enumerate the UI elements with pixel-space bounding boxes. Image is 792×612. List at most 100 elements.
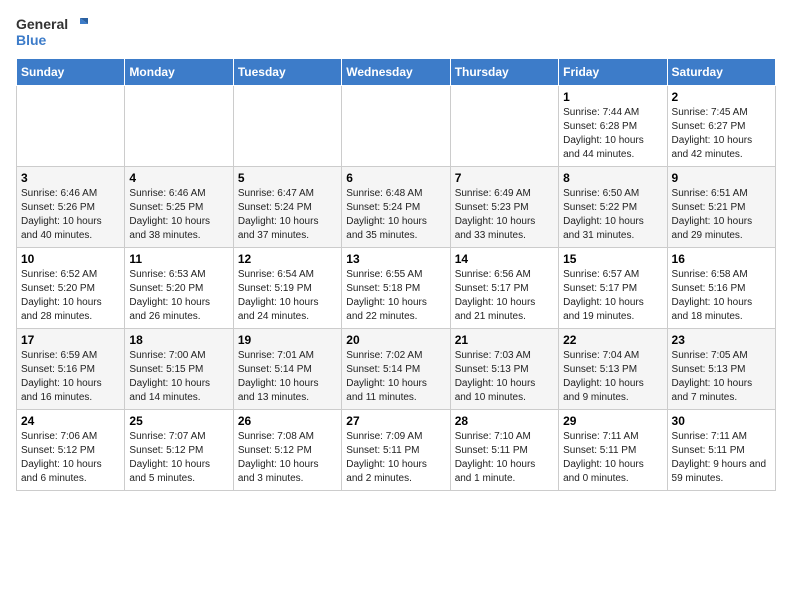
day-number: 13 [346,252,445,266]
calendar-cell [125,86,233,167]
day-of-week-header: Wednesday [342,59,450,86]
header: General Blue [16,16,776,48]
day-info: Sunrise: 6:59 AM Sunset: 5:16 PM Dayligh… [21,349,120,405]
day-info: Sunrise: 7:02 AM Sunset: 5:14 PM Dayligh… [346,349,445,405]
calendar-cell: 26 Sunrise: 7:08 AM Sunset: 5:12 PM Dayli… [233,410,341,491]
day-number: 27 [346,414,445,428]
day-number: 25 [129,414,228,428]
logo: General Blue [16,16,90,48]
day-info: Sunrise: 6:55 AM Sunset: 5:18 PM Dayligh… [346,268,445,324]
calendar-week-row: 10Sunrise: 6:52 AM Sunset: 5:20 PM Dayli… [17,248,776,329]
day-info: Sunrise: 7:06 AM Sunset: 5:12 PM Dayligh… [21,430,120,486]
calendar-table: SundayMondayTuesdayWednesdayThursdayFrid… [16,58,776,491]
day-info: Sunrise: 7:10 AM Sunset: 5:11 PM Dayligh… [455,430,554,486]
day-info: Sunrise: 7:07 AM Sunset: 5:12 PM Dayligh… [129,430,228,486]
calendar-cell: 5 Sunrise: 6:47 AM Sunset: 5:24 PM Daylig… [233,167,341,248]
day-info: Sunrise: 6:54 AM Sunset: 5:19 PM Dayligh… [238,268,337,324]
day-number: 8 [563,171,662,185]
day-number: 9 [672,171,771,185]
calendar-cell: 14 Sunrise: 6:56 AM Sunset: 5:17 PM Dayli… [450,248,558,329]
day-info: Sunrise: 6:47 AM Sunset: 5:24 PM Dayligh… [238,187,337,243]
day-info: Sunrise: 6:56 AM Sunset: 5:17 PM Dayligh… [455,268,554,324]
calendar-cell: 12 Sunrise: 6:54 AM Sunset: 5:19 PM Dayli… [233,248,341,329]
day-info: Sunrise: 6:52 AM Sunset: 5:20 PM Dayligh… [21,268,120,324]
calendar-cell [233,86,341,167]
day-number: 30 [672,414,771,428]
day-info: Sunrise: 6:49 AM Sunset: 5:23 PM Dayligh… [455,187,554,243]
day-number: 18 [129,333,228,347]
day-number: 1 [563,90,662,104]
day-number: 26 [238,414,337,428]
calendar-cell: 6 Sunrise: 6:48 AM Sunset: 5:24 PM Daylig… [342,167,450,248]
day-info: Sunrise: 7:11 AM Sunset: 5:11 PM Dayligh… [563,430,662,486]
day-info: Sunrise: 7:05 AM Sunset: 5:13 PM Dayligh… [672,349,771,405]
calendar-cell: 21 Sunrise: 7:03 AM Sunset: 5:13 PM Dayli… [450,329,558,410]
day-number: 2 [672,90,771,104]
calendar-cell: 15 Sunrise: 6:57 AM Sunset: 5:17 PM Dayli… [559,248,667,329]
day-info: Sunrise: 7:08 AM Sunset: 5:12 PM Dayligh… [238,430,337,486]
day-info: Sunrise: 6:51 AM Sunset: 5:21 PM Dayligh… [672,187,771,243]
day-info: Sunrise: 7:04 AM Sunset: 5:13 PM Dayligh… [563,349,662,405]
calendar-cell [450,86,558,167]
calendar-cell: 24 Sunrise: 7:06 AM Sunset: 5:12 PM Dayli… [17,410,125,491]
day-info: Sunrise: 6:48 AM Sunset: 5:24 PM Dayligh… [346,187,445,243]
day-number: 12 [238,252,337,266]
calendar-cell: 4 Sunrise: 6:46 AM Sunset: 5:25 PM Daylig… [125,167,233,248]
day-info: Sunrise: 7:03 AM Sunset: 5:13 PM Dayligh… [455,349,554,405]
day-number: 24 [21,414,120,428]
day-number: 23 [672,333,771,347]
day-number: 6 [346,171,445,185]
day-info: Sunrise: 6:46 AM Sunset: 5:26 PM Dayligh… [21,187,120,243]
day-of-week-header: Friday [559,59,667,86]
calendar-cell: 10Sunrise: 6:52 AM Sunset: 5:20 PM Dayli… [17,248,125,329]
calendar-cell: 29 Sunrise: 7:11 AM Sunset: 5:11 PM Dayli… [559,410,667,491]
calendar-cell: 17 Sunrise: 6:59 AM Sunset: 5:16 PM Dayli… [17,329,125,410]
calendar-cell: 2 Sunrise: 7:45 AM Sunset: 6:27 PM Daylig… [667,86,775,167]
calendar-cell: 28 Sunrise: 7:10 AM Sunset: 5:11 PM Dayli… [450,410,558,491]
day-number: 17 [21,333,120,347]
day-number: 7 [455,171,554,185]
day-number: 16 [672,252,771,266]
calendar-week-row: 3 Sunrise: 6:46 AM Sunset: 5:26 PM Daylig… [17,167,776,248]
calendar-cell: 18Sunrise: 7:00 AM Sunset: 5:15 PM Dayli… [125,329,233,410]
day-info: Sunrise: 6:57 AM Sunset: 5:17 PM Dayligh… [563,268,662,324]
day-number: 21 [455,333,554,347]
calendar-cell [342,86,450,167]
day-info: Sunrise: 6:58 AM Sunset: 5:16 PM Dayligh… [672,268,771,324]
day-number: 4 [129,171,228,185]
calendar-cell: 19 Sunrise: 7:01 AM Sunset: 5:14 PM Dayli… [233,329,341,410]
calendar-cell: 7 Sunrise: 6:49 AM Sunset: 5:23 PM Daylig… [450,167,558,248]
day-number: 29 [563,414,662,428]
calendar-cell: 11Sunrise: 6:53 AM Sunset: 5:20 PM Dayli… [125,248,233,329]
day-info: Sunrise: 6:46 AM Sunset: 5:25 PM Dayligh… [129,187,228,243]
day-info: Sunrise: 7:45 AM Sunset: 6:27 PM Dayligh… [672,106,771,162]
day-number: 22 [563,333,662,347]
calendar-cell: 1Sunrise: 7:44 AM Sunset: 6:28 PM Daylig… [559,86,667,167]
day-info: Sunrise: 6:53 AM Sunset: 5:20 PM Dayligh… [129,268,228,324]
calendar-cell: 27Sunrise: 7:09 AM Sunset: 5:11 PM Dayli… [342,410,450,491]
calendar-cell: 23 Sunrise: 7:05 AM Sunset: 5:13 PM Dayli… [667,329,775,410]
day-info: Sunrise: 6:50 AM Sunset: 5:22 PM Dayligh… [563,187,662,243]
day-of-week-header: Thursday [450,59,558,86]
calendar-cell: 16 Sunrise: 6:58 AM Sunset: 5:16 PM Dayli… [667,248,775,329]
day-number: 19 [238,333,337,347]
calendar-cell: 3 Sunrise: 6:46 AM Sunset: 5:26 PM Daylig… [17,167,125,248]
calendar-week-row: 17 Sunrise: 6:59 AM Sunset: 5:16 PM Dayli… [17,329,776,410]
day-number: 28 [455,414,554,428]
day-info: Sunrise: 7:11 AM Sunset: 5:11 PM Dayligh… [672,430,771,486]
day-of-week-header: Monday [125,59,233,86]
logo-bird-icon [70,16,90,32]
day-of-week-header: Saturday [667,59,775,86]
day-info: Sunrise: 7:01 AM Sunset: 5:14 PM Dayligh… [238,349,337,405]
day-number: 3 [21,171,120,185]
day-of-week-header: Tuesday [233,59,341,86]
calendar-week-row: 1Sunrise: 7:44 AM Sunset: 6:28 PM Daylig… [17,86,776,167]
calendar-cell: 20 Sunrise: 7:02 AM Sunset: 5:14 PM Dayli… [342,329,450,410]
day-number: 14 [455,252,554,266]
calendar-week-row: 24 Sunrise: 7:06 AM Sunset: 5:12 PM Dayli… [17,410,776,491]
day-number: 5 [238,171,337,185]
day-number: 15 [563,252,662,266]
day-number: 20 [346,333,445,347]
calendar-cell [17,86,125,167]
day-of-week-header: Sunday [17,59,125,86]
